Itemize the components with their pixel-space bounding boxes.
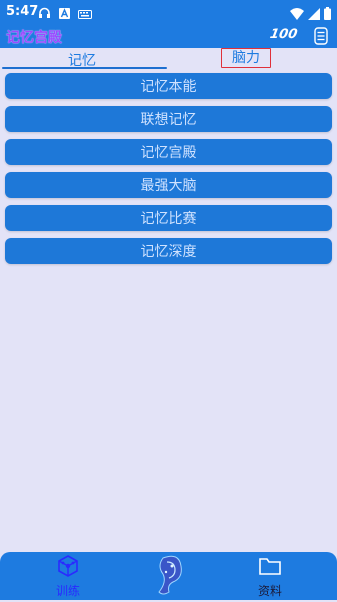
brain-logo-icon [149,555,189,602]
wifi-icon [290,5,304,24]
keyboard-icon [78,4,92,23]
tab-brain[interactable]: 脑力 [221,48,271,68]
battery-icon [324,5,331,24]
nav-train-label: 训练 [55,584,80,598]
status-time: 5:47 [6,4,39,19]
status-right-icons [290,5,331,24]
status-left-icons [38,4,92,23]
menu-item-associative-memory[interactable]: 联想记忆 [5,106,332,132]
menu-item-strongest-brain[interactable]: 最强大脑 [5,172,332,198]
nav-data[interactable]: 资料 [240,554,300,599]
nav-train[interactable]: 训练 [38,554,98,599]
nav-data-label: 资料 [257,584,282,598]
text-a-icon [59,4,70,23]
app-title: 记忆宫殿 [6,30,62,46]
signal-icon [308,5,320,24]
menu-item-memory-instinct[interactable]: 记忆本能 [5,73,332,99]
menu-list: 记忆本能 联想记忆 记忆宫殿 最强大脑 记忆比赛 记忆深度 [5,73,332,271]
headset-icon [38,4,51,23]
menu-item-memory-palace[interactable]: 记忆宫殿 [5,139,332,165]
nav-brain-logo[interactable] [139,552,199,602]
score-badge[interactable]: 100 [269,27,299,42]
cube-network-icon [55,555,81,582]
tab-indicator [2,67,167,69]
menu-item-memory-depth[interactable]: 记忆深度 [5,238,332,264]
status-bar: 5:47 [0,0,337,24]
app-bar: 记忆宫殿 100 [0,24,337,48]
menu-item-memory-competition[interactable]: 记忆比赛 [5,205,332,231]
list-icon[interactable] [314,27,328,49]
folder-icon [257,558,283,582]
bottom-nav: 训练 资料 [0,552,337,600]
